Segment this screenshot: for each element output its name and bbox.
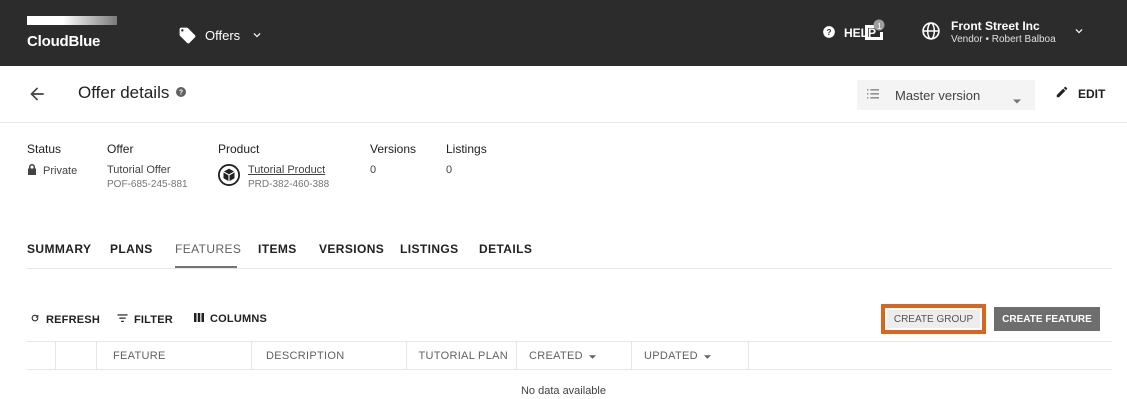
create-group-highlight: CREATE GROUP xyxy=(881,304,986,334)
version-label: Master version xyxy=(895,87,981,103)
offer-block: Offer Tutorial Offer POF-685-245-881 xyxy=(107,142,188,190)
list-icon xyxy=(865,86,881,105)
versions-value: 0 xyxy=(370,164,377,176)
columns-button[interactable]: COLUMNS xyxy=(194,313,267,325)
filter-button[interactable]: FILTER xyxy=(117,313,173,326)
tag-icon xyxy=(178,26,197,45)
module-switcher[interactable]: Offers xyxy=(178,25,264,45)
edit-button[interactable]: EDIT xyxy=(1055,85,1105,102)
listings-label: Listings xyxy=(446,142,487,156)
top-bar: CloudBlue Offers ? HELP 1 Front Street I xyxy=(0,0,1127,66)
column-updated-label: UPDATED xyxy=(644,350,698,362)
version-select[interactable]: Master version xyxy=(857,80,1035,110)
help-icon: ? xyxy=(822,25,836,42)
column-created-label: CREATED xyxy=(529,350,583,362)
table-header: FEATURE DESCRIPTION TUTORIAL PLAN CREATE… xyxy=(27,341,1112,370)
logo-text: CloudBlue xyxy=(27,33,101,50)
tab-plans[interactable]: PLANS xyxy=(110,242,153,256)
create-group-button[interactable]: CREATE GROUP xyxy=(887,310,980,328)
globe-icon xyxy=(921,21,941,46)
pencil-icon xyxy=(1055,85,1069,102)
caret-down-icon xyxy=(703,350,711,362)
status-label: Status xyxy=(27,142,62,156)
active-tab-indicator xyxy=(175,266,237,268)
filter-label: FILTER xyxy=(134,313,173,326)
chevron-down-icon xyxy=(1072,24,1086,43)
status-block: Status Private xyxy=(27,142,77,178)
notification-count: 1 xyxy=(877,22,882,31)
page-title: Offer details ? xyxy=(78,83,187,103)
product-row: Tutorial Product PRD-382-460-388 xyxy=(218,164,329,190)
account-switcher[interactable]: Front Street Inc Vendor • Robert Balboa xyxy=(921,0,1086,66)
tab-listings[interactable]: LISTINGS xyxy=(400,242,459,256)
column-tutorial-plan[interactable]: TUTORIAL PLAN xyxy=(407,342,517,370)
versions-block: Versions 0 xyxy=(370,142,416,176)
column-created[interactable]: CREATED xyxy=(517,342,632,370)
listings-value: 0 xyxy=(446,164,453,176)
filter-icon xyxy=(117,313,128,326)
product-label: Product xyxy=(218,142,260,156)
tab-items[interactable]: ITEMS xyxy=(258,242,297,256)
account-subtitle: Vendor • Robert Balboa xyxy=(951,34,1056,45)
columns-label: COLUMNS xyxy=(210,313,268,325)
chevron-down-icon xyxy=(250,28,264,42)
refresh-icon xyxy=(30,313,40,326)
create-feature-button[interactable]: CREATE FEATURE xyxy=(994,307,1100,331)
account-info: Front Street Inc Vendor • Robert Balboa xyxy=(951,20,1056,46)
tab-features[interactable]: FEATURES xyxy=(175,242,241,256)
cloudblue-logo[interactable]: CloudBlue xyxy=(27,16,117,52)
column-description[interactable]: DESCRIPTION xyxy=(252,342,407,370)
module-label: Offers xyxy=(205,27,241,43)
tab-summary[interactable]: SUMMARY xyxy=(27,242,91,256)
page-title-text: Offer details xyxy=(78,83,170,102)
status-value: Private xyxy=(27,164,77,178)
offer-name: Tutorial Offer xyxy=(107,164,171,176)
account-name: Front Street Inc xyxy=(951,19,1040,33)
lock-icon xyxy=(27,164,37,178)
caret-down-icon xyxy=(588,350,596,362)
svg-text:?: ? xyxy=(827,27,832,36)
product-id: PRD-382-460-388 xyxy=(248,179,330,190)
logo-bar xyxy=(27,16,117,25)
versions-label: Versions xyxy=(370,142,417,156)
svg-text:?: ? xyxy=(179,90,183,97)
product-link[interactable]: Tutorial Product xyxy=(248,164,329,176)
checkbox-column xyxy=(27,342,56,370)
listings-block: Listings 0 xyxy=(446,142,487,176)
caret-down-icon xyxy=(1013,92,1021,107)
column-updated[interactable]: UPDATED xyxy=(632,342,749,370)
product-block: Product Tutorial Product PRD-382-460-388 xyxy=(218,142,329,190)
refresh-button[interactable]: REFRESH xyxy=(30,313,100,326)
notifications-button[interactable]: 1 xyxy=(862,0,886,66)
help-icon[interactable]: ? xyxy=(175,83,187,103)
tab-versions[interactable]: VERSIONS xyxy=(319,242,384,256)
expand-column xyxy=(56,342,97,370)
tab-bar: SUMMARY PLANS FEATURES ITEMS VERSIONS LI… xyxy=(27,232,1112,269)
product-cube-icon xyxy=(218,164,240,189)
page-header: Offer details ? Master version EDIT xyxy=(0,66,1127,123)
empty-state-text: No data available xyxy=(520,385,606,397)
tab-details[interactable]: DETAILS xyxy=(479,242,532,256)
back-arrow-icon[interactable] xyxy=(27,84,47,109)
offer-id: POF-685-245-881 xyxy=(107,179,188,190)
status-text: Private xyxy=(43,165,78,177)
offer-label: Offer xyxy=(107,142,134,156)
columns-icon xyxy=(194,313,204,325)
column-feature[interactable]: FEATURE xyxy=(97,342,252,370)
edit-label: EDIT xyxy=(1078,86,1106,101)
refresh-label: REFRESH xyxy=(46,313,100,326)
